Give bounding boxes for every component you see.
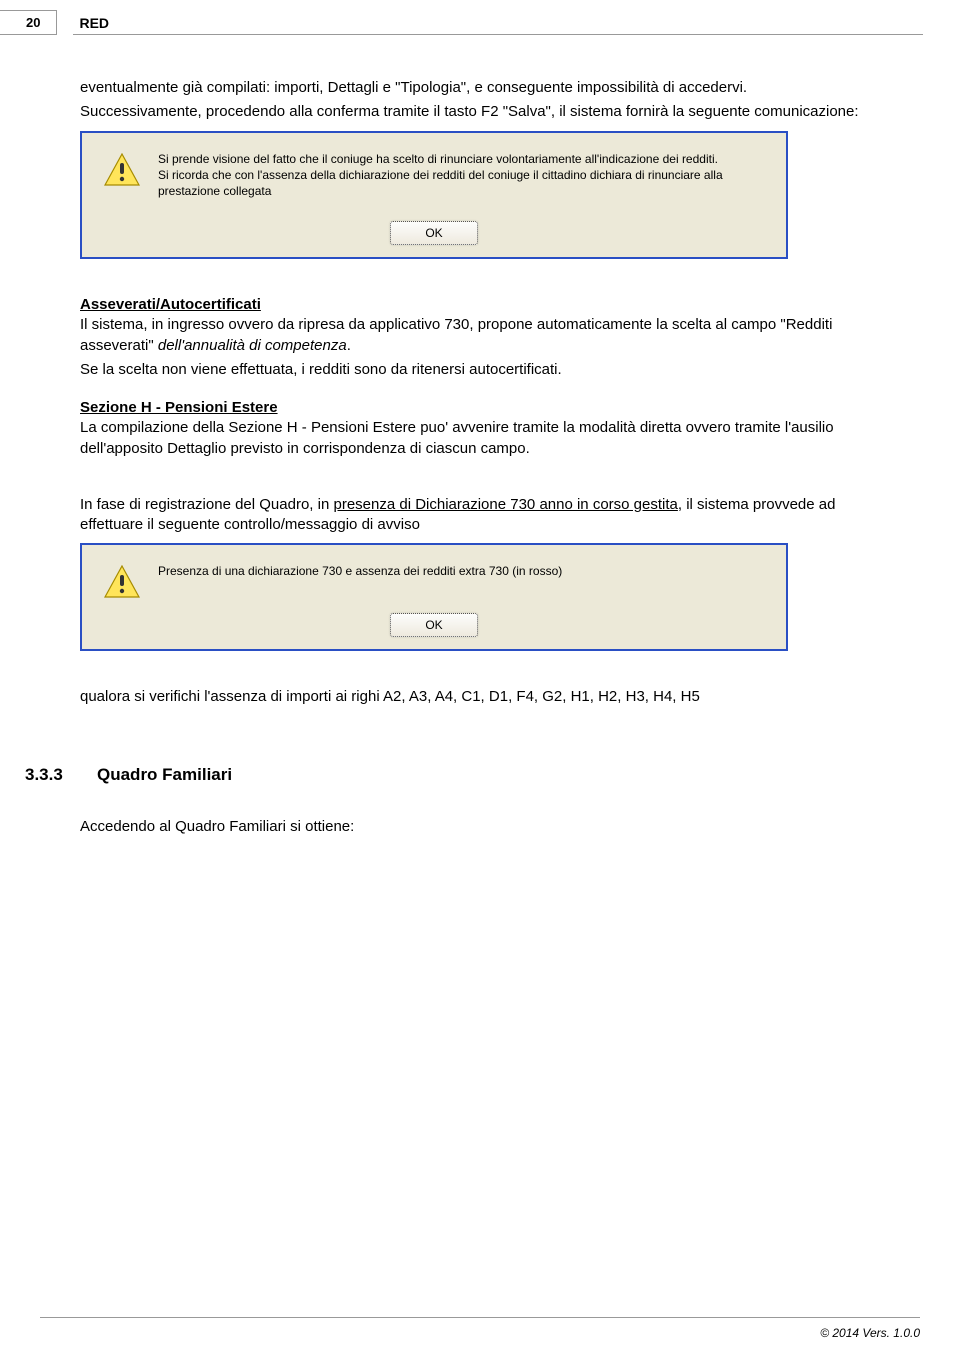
page-header: 20 RED xyxy=(0,10,109,35)
paragraph: qualora si verifichi l'assenza di import… xyxy=(80,687,880,707)
paragraph: In fase di registrazione del Quadro, in … xyxy=(80,495,880,536)
paragraph: Accedendo al Quadro Familiari si ottiene… xyxy=(80,817,880,837)
dialog-text: Presenza di una dichiarazione 730 e asse… xyxy=(158,563,562,579)
text: In fase di registrazione del Quadro, in xyxy=(80,496,333,513)
subheading: Asseverati/Autocertificati xyxy=(80,295,880,315)
dialog-line: Si ricorda che con l'assenza della dichi… xyxy=(158,168,723,198)
section-title: Quadro Familiari xyxy=(97,764,232,787)
text: qualora si verifichi l'assenza di import… xyxy=(80,688,700,705)
footer-text: © 2014 Vers. 1.0.0 xyxy=(820,1326,920,1340)
header-title: RED xyxy=(57,10,109,31)
section-number: 3.3.3 xyxy=(25,764,97,787)
dialog-text: Si prende visione del fatto che il coniu… xyxy=(158,151,770,200)
subheading: Sezione H - Pensioni Estere xyxy=(80,398,880,418)
dialog-box: Si prende visione del fatto che il coniu… xyxy=(80,131,788,260)
header-divider xyxy=(73,34,923,35)
text-italic: dell'annualità di competenza xyxy=(158,337,347,354)
dialog-box: Presenza di una dichiarazione 730 e asse… xyxy=(80,543,788,651)
text: . xyxy=(347,337,351,354)
ok-button[interactable]: OK xyxy=(390,613,477,637)
ok-button[interactable]: OK xyxy=(390,221,477,245)
paragraph: Successivamente, procedendo alla conferm… xyxy=(80,102,880,122)
dialog-line: Si prende visione del fatto che il coniu… xyxy=(158,152,718,166)
paragraph: Il sistema, in ingresso ovvero da ripres… xyxy=(80,315,880,356)
warning-icon xyxy=(104,153,140,187)
paragraph: La compilazione della Sezione H - Pensio… xyxy=(80,418,880,459)
text-underline: presenza di Dichiarazione 730 anno in co… xyxy=(333,496,677,513)
paragraph: eventualmente già compilati: importi, De… xyxy=(80,78,880,98)
page-content: eventualmente già compilati: importi, De… xyxy=(80,78,880,841)
page-number: 20 xyxy=(0,10,57,35)
warning-icon xyxy=(104,565,140,599)
paragraph: Se la scelta non viene effettuata, i red… xyxy=(80,360,880,380)
footer-divider xyxy=(40,1317,920,1318)
